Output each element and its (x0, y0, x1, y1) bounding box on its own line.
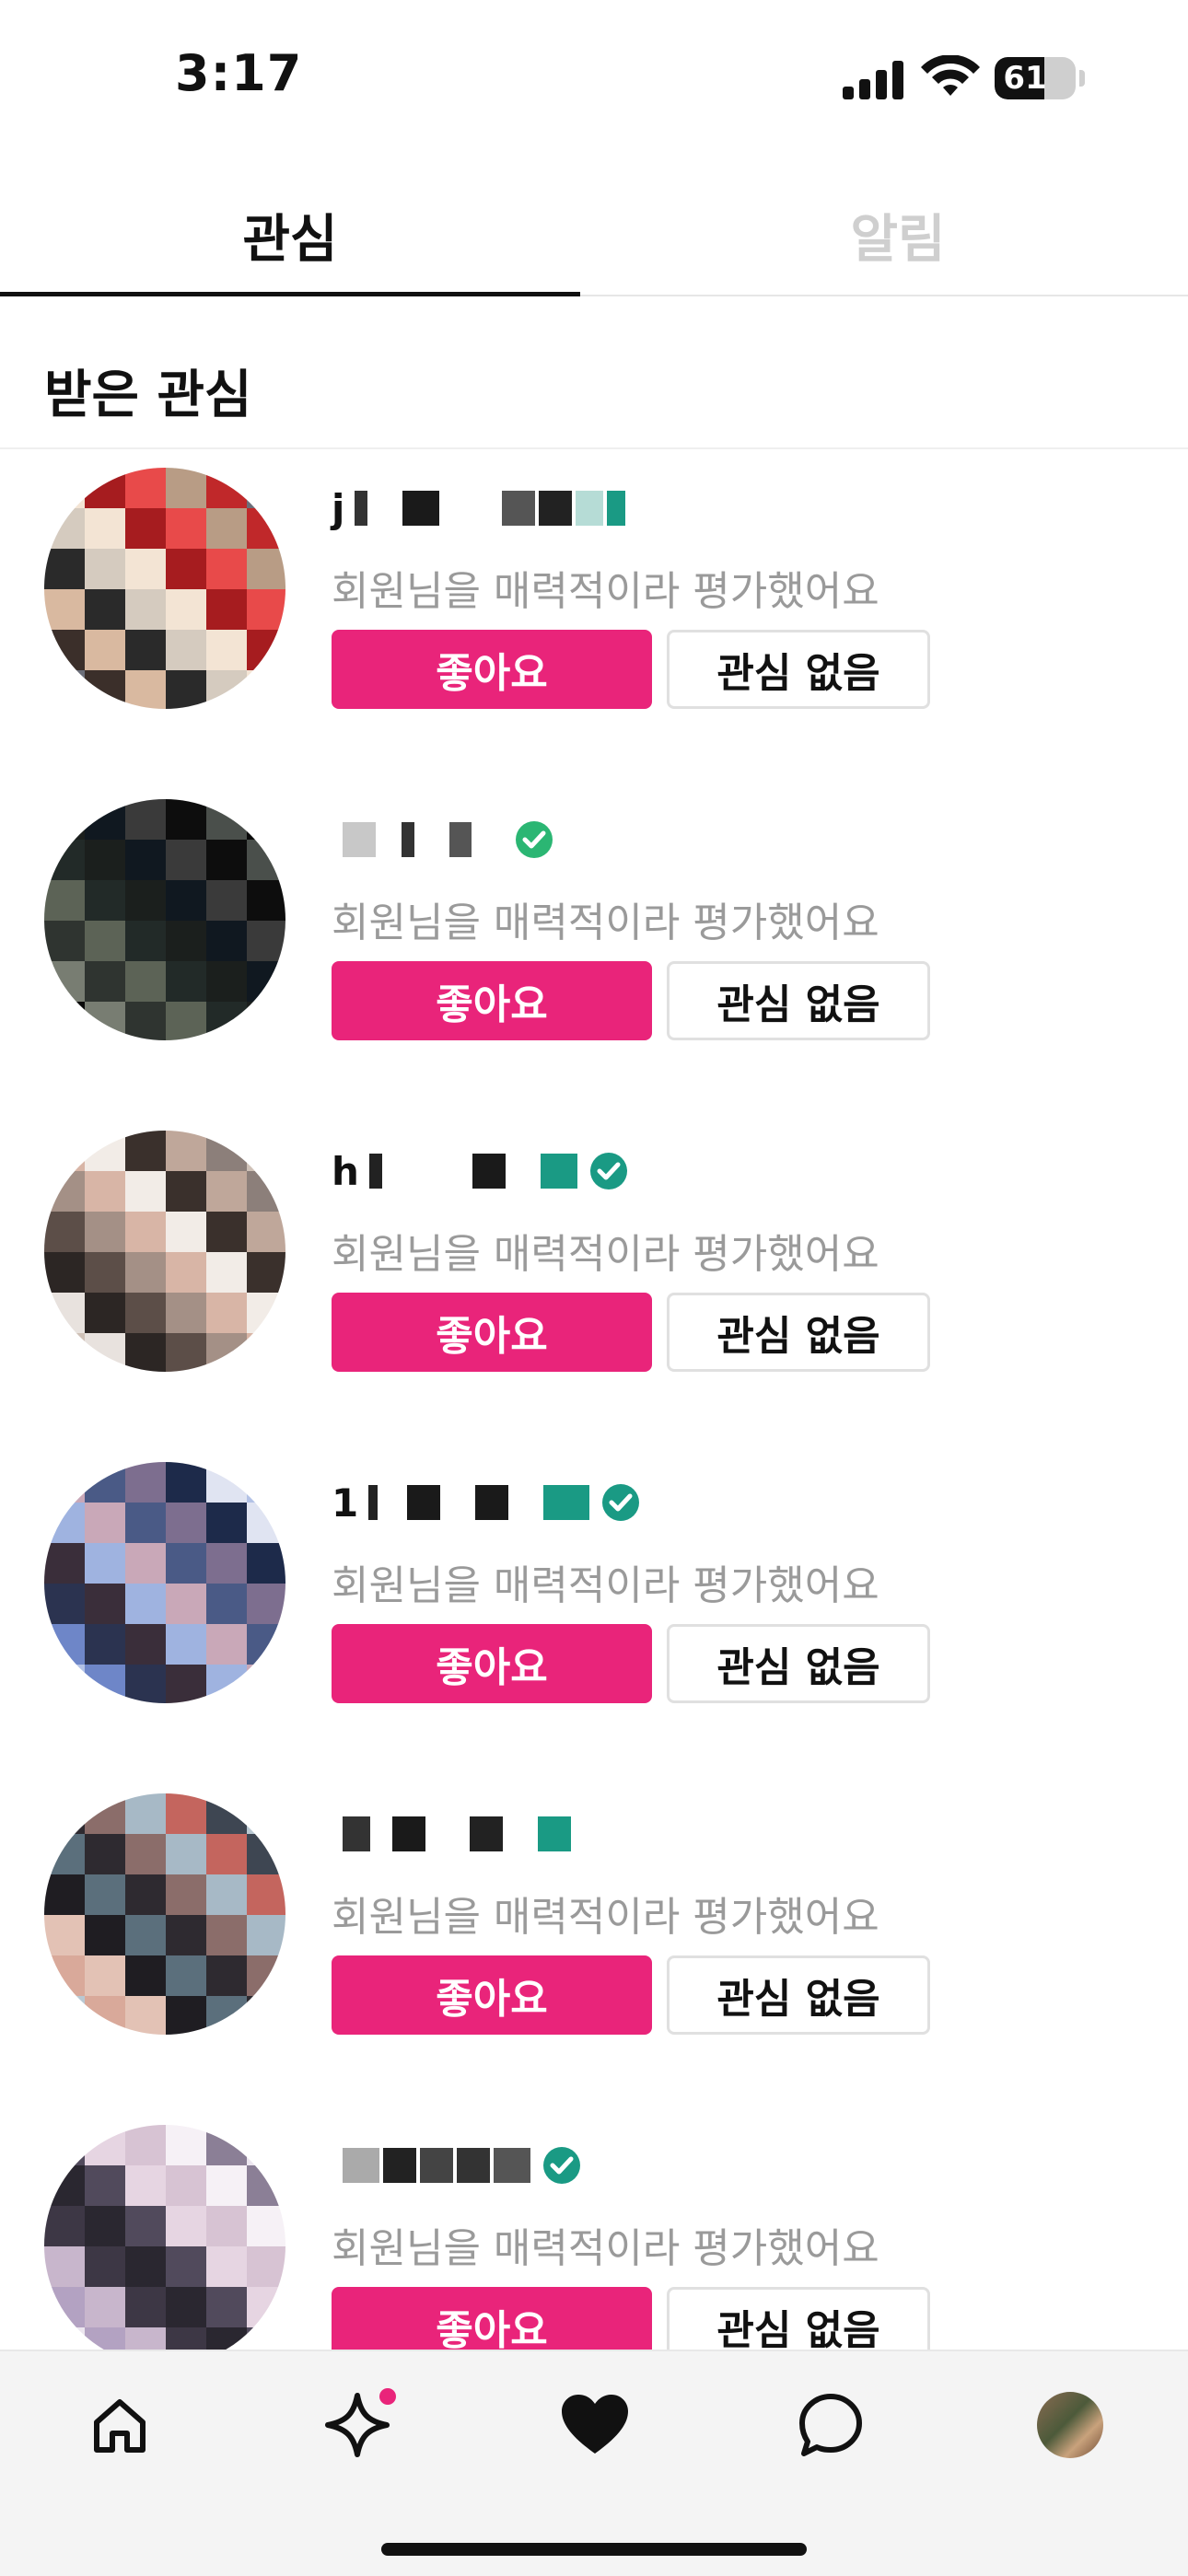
cellular-signal-icon (843, 61, 903, 99)
list-item[interactable]: h 회원님을 매력적이라 평가했어요좋아요 관심 없음 (0, 1112, 1188, 1444)
redacted-name (355, 491, 626, 526)
name-row: h (332, 1143, 629, 1199)
like-button[interactable]: 좋아요 (332, 961, 652, 1040)
verified-badge-icon (516, 821, 553, 858)
interest-description: 회원님을 매력적이라 평가했어요 (332, 568, 879, 615)
like-button[interactable]: 좋아요 (332, 1624, 652, 1703)
battery-tip (1079, 70, 1085, 87)
like-button[interactable]: 좋아요 (332, 1955, 652, 2035)
top-tabs: 관심 알림 (0, 175, 1188, 296)
interest-description: 회원님을 매력적이라 평가했어요 (332, 899, 879, 946)
not-interested-button[interactable]: 관심 없음 (667, 1955, 930, 2035)
interest-description: 회원님을 매력적이라 평가했어요 (332, 1562, 879, 1609)
wifi-icon (921, 55, 980, 96)
profile-avatar (1037, 2392, 1103, 2458)
nav-profile[interactable] (1024, 2379, 1116, 2471)
like-button[interactable]: 좋아요 (332, 2287, 652, 2350)
home-icon (94, 2399, 146, 2453)
verified-badge-icon (589, 1153, 627, 1189)
name-row: j (332, 481, 626, 536)
section-header: 받은 관심 (0, 296, 1188, 449)
list-item[interactable]: j 회원님을 매력적이라 평가했어요좋아요 관심 없음 (0, 449, 1188, 781)
redacted-name (368, 1485, 590, 1520)
profile-photo[interactable] (44, 1793, 285, 2035)
nav-interest[interactable] (549, 2379, 641, 2471)
redacted-name (343, 1816, 571, 1851)
list-item[interactable]: 회원님을 매력적이라 평가했어요좋아요 관심 없음 (0, 781, 1188, 1112)
list-item[interactable]: 회원님을 매력적이라 평가했어요좋아요 관심 없음 (0, 2106, 1188, 2350)
list-item[interactable]: 회원님을 매력적이라 평가했어요좋아요 관심 없음 (0, 1775, 1188, 2106)
name-row: 1 (332, 1475, 641, 1530)
redacted-name (368, 1154, 577, 1189)
like-button[interactable]: 좋아요 (332, 630, 652, 709)
user-name: j (332, 485, 344, 531)
chat-bubble-icon (799, 2394, 862, 2456)
battery-icon: 61 (995, 57, 1076, 99)
name-row (332, 2138, 582, 2193)
battery-percent: 61 (1003, 60, 1047, 97)
nav-home[interactable] (74, 2379, 166, 2471)
notification-dot (379, 2388, 396, 2405)
section-title: 받은 관심 (44, 366, 252, 425)
received-interest-list[interactable]: j 회원님을 매력적이라 평가했어요 좋아요 관심 없음 회원님을 매력적이라 평가했어… (0, 449, 1188, 2350)
profile-photo[interactable] (44, 468, 285, 709)
profile-photo[interactable] (44, 799, 285, 1040)
verified-badge-icon (543, 2147, 580, 2184)
name-row (332, 812, 554, 867)
interest-description: 회원님을 매력적이라 평가했어요 (332, 1894, 879, 1941)
not-interested-button[interactable]: 관심 없음 (667, 1624, 930, 1703)
redacted-name (343, 2148, 530, 2183)
nav-chat[interactable] (785, 2379, 877, 2471)
heart-icon (562, 2395, 628, 2454)
list-item[interactable]: 1 회원님을 매력적이라 평가했어요좋아요 관심 없음 (0, 1444, 1188, 1775)
tab-interest[interactable]: 관심 (0, 175, 580, 296)
not-interested-button[interactable]: 관심 없음 (667, 630, 930, 709)
not-interested-button[interactable]: 관심 없음 (667, 2287, 930, 2350)
user-name: h (332, 1148, 359, 1194)
verified-badge-icon (602, 1484, 640, 1521)
interest-description: 회원님을 매력적이라 평가했어요 (332, 2225, 879, 2272)
status-bar: 3:17 61 (0, 0, 1188, 157)
like-button[interactable]: 좋아요 (332, 1293, 652, 1372)
bottom-nav (0, 2350, 1188, 2576)
interest-description: 회원님을 매력적이라 평가했어요 (332, 1231, 879, 1278)
profile-photo[interactable] (44, 1462, 285, 1703)
not-interested-button[interactable]: 관심 없음 (667, 961, 930, 1040)
profile-photo[interactable] (44, 2125, 285, 2350)
user-name: 1 (332, 1479, 358, 1526)
status-time: 3:17 (175, 44, 303, 102)
tab-notifications[interactable]: 알림 (608, 175, 1188, 295)
name-row (332, 1806, 571, 1862)
home-indicator (381, 2543, 807, 2556)
profile-photo[interactable] (44, 1131, 285, 1372)
redacted-name (343, 822, 503, 857)
nav-discover[interactable] (311, 2379, 403, 2471)
not-interested-button[interactable]: 관심 없음 (667, 1293, 930, 1372)
